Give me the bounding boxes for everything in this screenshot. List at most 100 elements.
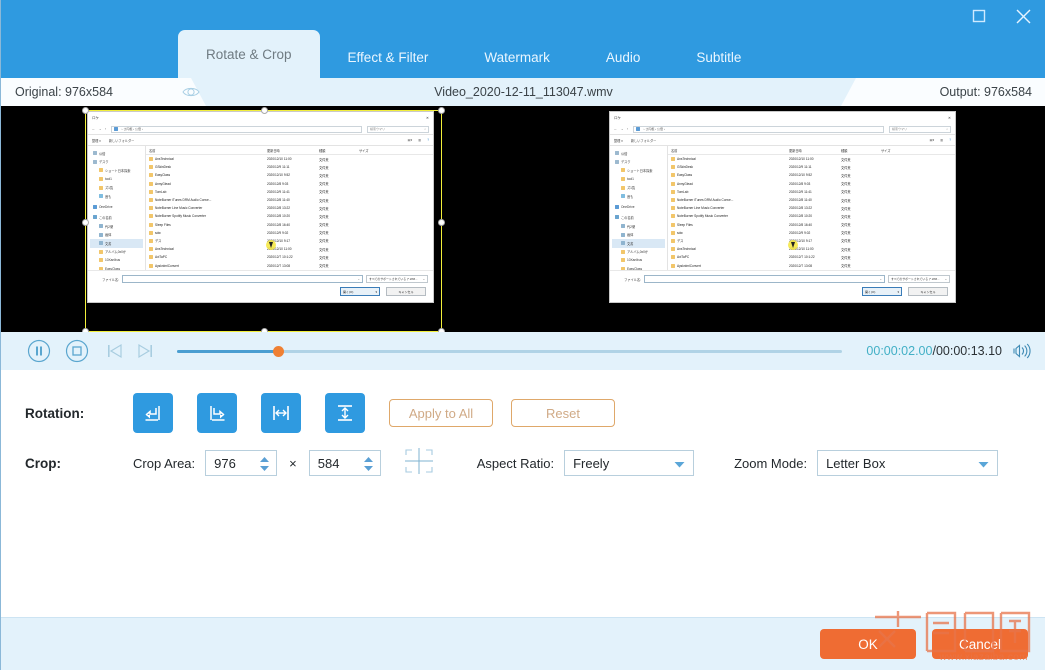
table-row: sdw 2020/12/9 9:02 文件夹 [668, 229, 955, 237]
search-icon: ⌕ [946, 127, 948, 131]
cancel-button[interactable]: Cancel [932, 629, 1028, 659]
aspect-ratio-value: Freely [573, 455, 610, 471]
table-row: Sleep Files 2020/12/8 16:40 文件夹 [668, 221, 955, 229]
explorer-title: ロケ [614, 115, 622, 120]
table-row[interactable]: AnnyGlead 2020/12/8 9:03 文件夹 [146, 180, 433, 188]
crop-width-value: 976 [214, 455, 236, 471]
explorer-toolbar: 整理 ▾ 新しいフォルダー ▤▾ ▥ ? [88, 135, 433, 146]
table-row[interactable]: AviTaPC 2020/12/7 10:1:22 文件夹 [146, 253, 433, 261]
timeline-slider[interactable] [177, 341, 843, 361]
dialog-footer: OK Cancel [1, 617, 1045, 670]
list-item[interactable]: tool1 [90, 175, 143, 184]
list-item[interactable]: ズ1覧 [90, 183, 143, 192]
source-preview[interactable]: ロケ ✕ ← → ↑ › さ円框 › 公倍 › 検索ウマリ ⌕ 整理 ▾ 新しい… [1, 106, 523, 332]
maximize-icon[interactable] [964, 1, 994, 31]
table-row[interactable]: AnsTechnical 2020/12/10 11:00 文件夹 [146, 245, 433, 253]
cancel-button[interactable]: キャンセル [386, 287, 426, 296]
table-row: AviTaPC 2020/12/7 10:1:22 文件夹 [668, 253, 955, 261]
table-row[interactable]: AysknlmlConvert 2020/12/7 13:08 文件夹 [146, 261, 433, 269]
organize-menu[interactable]: 整理 ▾ [92, 138, 101, 143]
help-icon[interactable]: ? [427, 138, 429, 142]
output-preview[interactable]: ロケ ✕ ← → ↑ › さ円框 › 公倍 › 検索ウマリ ⌕ 整理 ▾ 新しい… [524, 106, 1045, 332]
tab-audio[interactable]: Audio [578, 36, 669, 78]
cancel-button: キャンセル [908, 287, 948, 296]
aspect-ratio-select[interactable]: Freely [564, 450, 695, 476]
back-icon: ← [614, 127, 618, 131]
apply-to-all-button[interactable]: Apply to All [389, 399, 493, 427]
table-row: NoteBurner Line Music Converter 2020/12/8… [668, 204, 955, 212]
eye-icon[interactable] [181, 83, 201, 101]
filetype-select[interactable]: すべてのサポートされている (*.WM... ⌄ [366, 275, 428, 283]
table-row[interactable]: sdw 2020/12/9 9:02 文件夹 [146, 229, 433, 237]
time-display: 00:00:02.00/00:00:13.10 [866, 344, 1002, 358]
explorer-title-bar: ロケ ✕ [610, 112, 955, 124]
crop-height-value: 584 [317, 455, 340, 471]
table-row[interactable]: Sleep Files 2020/12/8 16:40 文件夹 [146, 221, 433, 229]
crop-width-spin-arrows[interactable] [259, 453, 270, 475]
tab-rotate-crop[interactable]: Rotate & Crop [178, 30, 320, 78]
previous-frame-button[interactable] [105, 342, 125, 360]
table-row[interactable]: NoteBurner iTunes DRM Audio Conve... 2020… [146, 196, 433, 204]
view-mode-icon[interactable]: ▤▾ [408, 138, 413, 142]
window-controls [964, 0, 1038, 32]
reset-button[interactable]: Reset [511, 399, 615, 427]
chevron-down-icon [674, 456, 685, 471]
new-folder-button[interactable]: 新しいフォルダー [109, 138, 135, 143]
explorer-footer: ファイル名: ⌄ すべてのサポートされている (*.WM... ⌄ 開く(O) ▾ … [610, 270, 955, 299]
tab-watermark[interactable]: Watermark [456, 36, 578, 78]
open-button[interactable]: 開く(O) ▾ [340, 287, 380, 296]
next-frame-button[interactable] [135, 342, 155, 360]
list-item[interactable]: 10Xanlbus [90, 256, 143, 265]
zoom-mode-select[interactable]: Letter Box [817, 450, 999, 476]
list-item[interactable]: 音も [90, 192, 143, 201]
close-icon[interactable] [1008, 1, 1038, 31]
crop-position-icon[interactable] [403, 446, 435, 481]
preview-pane-icon[interactable]: ▥ [418, 138, 421, 142]
table-row[interactable]: デス 2020/12/10 9:17 文件夹 [146, 237, 433, 245]
new-folder-button: 新しいフォルダー [630, 138, 657, 143]
list-item[interactable]: 文書 [90, 238, 143, 248]
table-row[interactable]: GSkinDesk 2020/12/9 11:11 文件夹 [146, 163, 433, 171]
list-item[interactable]: 画体 [90, 230, 143, 239]
address-bar[interactable]: › さ円框 › 公倍 › [111, 125, 362, 133]
list-item[interactable]: ショート日本探索 [90, 166, 143, 175]
volume-icon[interactable] [1012, 342, 1034, 360]
crop-width-stepper[interactable]: 976 [205, 450, 278, 476]
list-item: tool1 [612, 175, 665, 184]
tab-subtitle[interactable]: Subtitle [668, 36, 769, 78]
organize-menu: 整理 ▾ [614, 138, 623, 143]
flip-horizontal-button[interactable] [261, 393, 301, 433]
explorer-file-list: 名前 更新日時 種類 サイズ AnsTechnical 2020/12/10 11… [668, 146, 955, 270]
crop-height-stepper[interactable]: 584 [308, 450, 381, 476]
list-item[interactable]: EasyClass [90, 265, 143, 270]
list-item: 公倍 [612, 149, 665, 158]
explorer-close-icon: ✕ [425, 116, 429, 120]
filename-input[interactable]: ⌄ [122, 275, 363, 283]
ok-button[interactable]: OK [820, 629, 916, 659]
list-item[interactable]: アルバム0x0か [90, 248, 143, 257]
table-row[interactable]: TomLab 2020/12/9 11:41 文件夹 [146, 188, 433, 196]
tab-effect-filter[interactable]: Effect & Filter [320, 36, 457, 78]
list-item[interactable]: デスク [90, 158, 143, 167]
table-row: EasyClass 2020/12/10 9:52 文件夹 [668, 171, 955, 179]
table-row[interactable]: AnsTechnical 2020/12/10 11:00 文件夹 [146, 155, 433, 163]
list-item[interactable]: OneDrive [90, 203, 143, 212]
pause-button[interactable] [27, 339, 51, 363]
crop-height-spin-arrows[interactable] [363, 453, 374, 475]
stop-button[interactable] [65, 339, 89, 363]
explorer-search-box[interactable]: 検索ウマリ ⌕ [367, 125, 429, 133]
crop-area-label: Crop Area: [133, 455, 196, 471]
rotate-right-button[interactable] [197, 393, 237, 433]
rotate-left-button[interactable] [133, 393, 173, 433]
timeline-track[interactable] [177, 345, 843, 357]
table-row[interactable]: NoteBurner Line Music Converter 2020/12/8… [146, 204, 433, 212]
flip-vertical-button[interactable] [325, 393, 365, 433]
table-row[interactable]: EasyClass 2020/12/10 9:52 文件夹 [146, 171, 433, 179]
list-item[interactable]: この名前 [90, 213, 143, 222]
table-row[interactable]: NoteBurner Spotify Music Converter 2020/1… [146, 212, 433, 220]
list-item[interactable]: 公倍 [90, 149, 143, 158]
timeline-thumb[interactable] [273, 345, 285, 357]
explorer-title-bar: ロケ ✕ [88, 112, 433, 124]
original-size-chip: Original: 976x584 [1, 78, 206, 106]
list-item[interactable]: 代2便 [90, 222, 143, 231]
